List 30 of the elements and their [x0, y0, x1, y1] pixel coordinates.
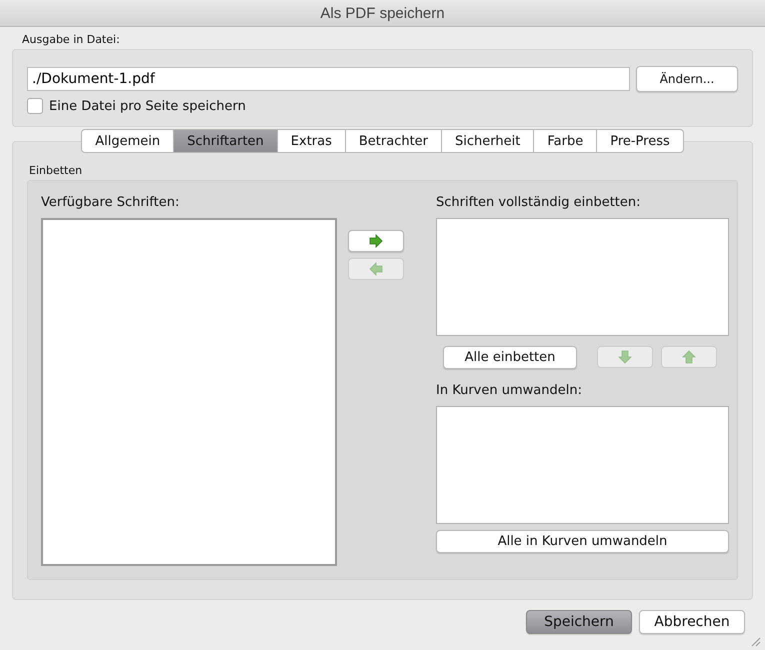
- change-button[interactable]: Ändern...: [636, 66, 738, 92]
- tab[interactable]: Farbe: [534, 129, 598, 153]
- arrow-button[interactable]: [348, 230, 404, 252]
- resize-grip-icon: [749, 635, 761, 647]
- arrow-icon: [369, 262, 383, 276]
- section-label: Ausgabe in Datei:: [21, 33, 121, 46]
- list-label: In Kurven umwandeln:: [436, 383, 583, 398]
- arrow-icon: [369, 234, 383, 248]
- tab[interactable]: Extras: [278, 129, 346, 153]
- window-title: Als PDF speichern: [320, 4, 445, 22]
- tab[interactable]: Sicherheit: [442, 129, 534, 153]
- checkbox[interactable]: [27, 98, 43, 114]
- list-label: Schriften vollständig einbetten:: [436, 195, 642, 210]
- embed-all-button[interactable]: Alle einbetten: [443, 346, 577, 369]
- cancel-button[interactable]: Abbrechen: [639, 610, 745, 634]
- font-list[interactable]: [41, 218, 337, 566]
- tab[interactable]: Allgemein: [81, 129, 174, 153]
- outline-all-button[interactable]: Alle in Kurven umwandeln: [436, 530, 729, 553]
- file-path-field[interactable]: ./Dokument-1.pdf: [27, 67, 630, 91]
- save-button[interactable]: Speichern: [526, 610, 632, 634]
- tab[interactable]: Betrachter: [346, 129, 442, 153]
- tab[interactable]: Schriftarten: [174, 129, 278, 153]
- checkbox-label: Eine Datei pro Seite speichern: [49, 98, 246, 114]
- group-label: Einbetten: [28, 164, 84, 177]
- arrow-icon: [682, 350, 696, 364]
- font-list[interactable]: [436, 406, 729, 524]
- tab[interactable]: Pre-Press: [597, 129, 684, 153]
- arrow-icon: [618, 350, 632, 364]
- font-list[interactable]: [436, 218, 729, 336]
- list-label: Verfügbare Schriften:: [41, 195, 180, 210]
